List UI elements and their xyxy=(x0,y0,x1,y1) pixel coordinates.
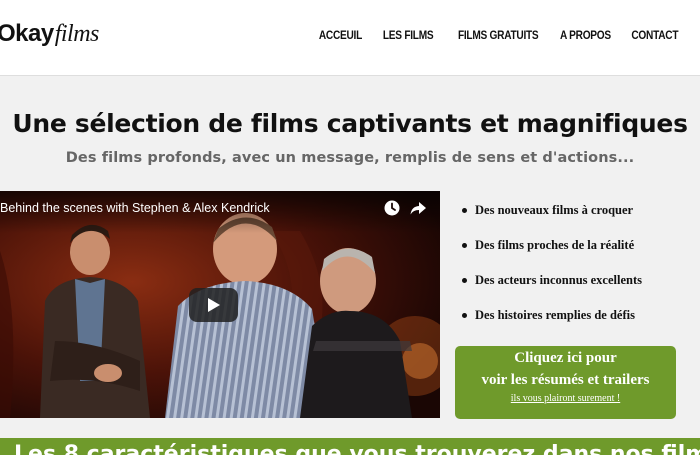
play-icon xyxy=(208,298,220,312)
page-title: Une sélection de films captivants et mag… xyxy=(12,109,688,138)
features-list: Des nouveaux films à croquer Des films p… xyxy=(460,193,642,333)
cta-line-2: voir les résumés et trailers xyxy=(481,372,650,388)
cta-line-1: Cliquez ici pour xyxy=(514,350,617,366)
bullet-icon xyxy=(462,313,467,318)
site-header: Okayfilms ACCEUIL LES FILMS FILMS GRATUI… xyxy=(0,0,700,76)
nav-item-contact[interactable]: CONTACT xyxy=(631,30,678,42)
logo-italic-text: films xyxy=(54,21,100,47)
clock-icon[interactable] xyxy=(383,199,401,217)
cta-link[interactable]: ils vous plairont surement ! xyxy=(455,393,676,404)
feature-text: Des acteurs inconnus excellents xyxy=(475,273,642,287)
list-item: Des histoires remplies de défis xyxy=(460,298,642,333)
logo-main-text: Okay xyxy=(0,20,54,47)
nav-item-accueil[interactable]: ACCEUIL xyxy=(319,30,362,42)
video-title[interactable]: Behind the scenes with Stephen & Alex Ke… xyxy=(0,201,270,215)
cta-button[interactable]: Cliquez ici pour voir les résumés et tra… xyxy=(455,346,676,419)
list-item: Des films proches de la réalité xyxy=(460,228,642,263)
list-item: Des acteurs inconnus excellents xyxy=(460,263,642,298)
bullet-icon xyxy=(462,278,467,283)
bullet-icon xyxy=(462,243,467,248)
nav-item-les-films[interactable]: LES FILMS xyxy=(383,30,434,42)
feature-text: Des nouveaux films à croquer xyxy=(475,203,634,217)
feature-text: Des films proches de la réalité xyxy=(475,238,635,252)
nav-item-films-gratuits[interactable]: FILMS GRATUITS xyxy=(458,30,539,42)
section-banner: Les 8 caractéristiques que vous trouvere… xyxy=(0,438,700,455)
list-item: Des nouveaux films à croquer xyxy=(460,193,642,228)
feature-text: Des histoires remplies de défis xyxy=(475,308,635,322)
site-logo[interactable]: Okayfilms xyxy=(0,20,99,48)
section-heading: Les 8 caractéristiques que vous trouvere… xyxy=(14,442,700,455)
page-subtitle: Des films profonds, avec un message, rem… xyxy=(65,150,635,166)
nav-item-a-propos[interactable]: A PROPOS xyxy=(560,30,611,42)
bullet-icon xyxy=(462,208,467,213)
share-icon[interactable] xyxy=(409,199,427,217)
play-button[interactable] xyxy=(189,288,238,322)
main-nav: ACCEUIL LES FILMS FILMS GRATUITS A PROPO… xyxy=(313,30,678,42)
